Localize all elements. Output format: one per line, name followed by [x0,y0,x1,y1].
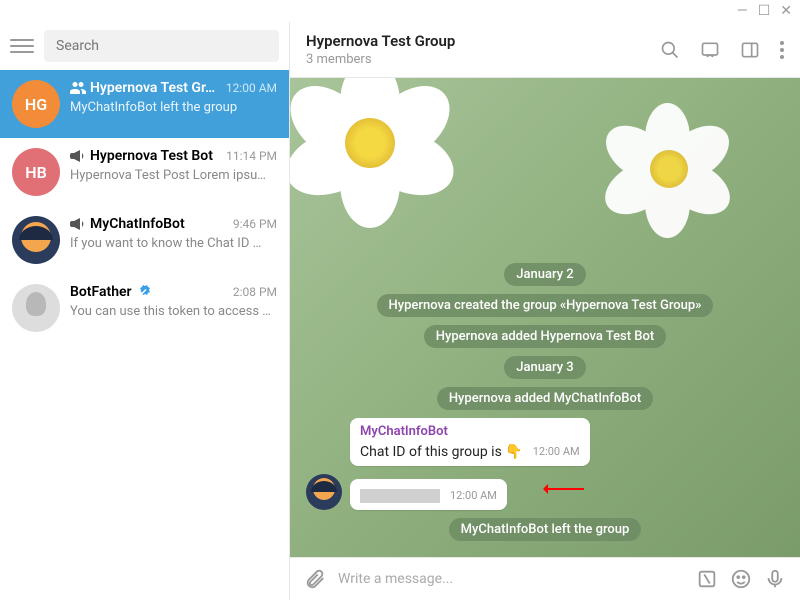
comments-icon[interactable] [700,40,720,60]
date-separator: January 3 [504,356,585,379]
annotation-arrow [544,488,584,490]
service-message: Hypernova created the group «Hypernova T… [377,294,714,317]
message-row: 12:00 AM [306,474,784,510]
commands-icon[interactable] [696,568,718,590]
chat-content: Hypernova Test Group 3 members [290,22,800,600]
date-separator: January 2 [504,263,585,286]
message-bubble[interactable]: 12:00 AM [350,479,507,510]
service-message: Hypernova added Hypernova Test Bot [424,325,666,348]
verified-icon [136,285,150,299]
chat-name: BotFather [70,284,132,300]
chat-header: Hypernova Test Group 3 members [290,22,800,78]
chat-time: 2:08 PM [233,285,277,299]
message-avatar[interactable] [306,474,342,510]
channel-icon [70,150,86,162]
chat-item-botfather[interactable]: BotFather 2:08 PM You can use this token… [0,274,289,342]
window-titlebar: — ☐ ✕ [0,0,800,22]
chat-preview: If you want to know the Chat ID … [70,236,277,251]
redacted-text [360,489,440,503]
message-time: 12:00 AM [450,489,497,502]
menu-icon[interactable] [10,34,34,58]
chat-item-mychatinfobot[interactable]: MyChatInfoBot 9:46 PM If you want to kno… [0,206,289,274]
service-message: MyChatInfoBot left the group [449,518,642,541]
chat-header-info[interactable]: Hypernova Test Group 3 members [306,32,455,67]
sidebar: HG Hypernova Test Gr… 12:00 AM MyChatInf… [0,22,290,600]
more-icon[interactable] [780,41,784,59]
message-area: January 2 Hypernova created the group «H… [290,78,800,557]
chat-time: 11:14 PM [226,149,277,163]
attach-icon[interactable] [304,568,326,590]
channel-icon [70,218,86,230]
chat-time: 9:46 PM [233,217,277,231]
search-input[interactable] [44,30,279,62]
chat-name: Hypernova Test Gr… [90,80,215,96]
message-text: Chat ID of this group is 👇 [360,444,523,460]
sidepanel-icon[interactable] [740,40,760,60]
message-time: 12:00 AM [533,445,580,458]
close-icon[interactable]: ✕ [780,3,792,19]
message-bubble[interactable]: MyChatInfoBot Chat ID of this group is 👇… [350,418,590,466]
chat-preview: Hypernova Test Post Lorem ipsu… [70,168,277,183]
message-composer [290,557,800,600]
avatar: HB [12,148,60,196]
chat-preview: MyChatInfoBot left the group [70,100,277,115]
avatar: HG [12,80,60,128]
chat-item-hypernova-group[interactable]: HG Hypernova Test Gr… 12:00 AM MyChatInf… [0,70,289,138]
maximize-icon[interactable]: ☐ [758,3,771,19]
emoji-icon[interactable] [730,568,752,590]
message-row: MyChatInfoBot Chat ID of this group is 👇… [306,418,784,466]
chat-item-hypernova-bot[interactable]: HB Hypernova Test Bot 11:14 PM Hypernova… [0,138,289,206]
chat-title: Hypernova Test Group [306,32,455,50]
voice-icon[interactable] [764,568,786,590]
message-sender: MyChatInfoBot [360,424,580,439]
chat-list: HG Hypernova Test Gr… 12:00 AM MyChatInf… [0,70,289,600]
minimize-icon[interactable]: — [737,3,748,19]
chat-time: 12:00 AM [226,81,277,95]
chat-name: MyChatInfoBot [90,216,185,232]
service-message: Hypernova added MyChatInfoBot [437,387,653,410]
avatar [12,284,60,332]
group-icon [70,82,86,94]
search-icon[interactable] [660,40,680,60]
chat-name: Hypernova Test Bot [90,148,213,164]
avatar [12,216,60,264]
chat-preview: You can use this token to access … [70,304,277,319]
chat-subtitle: 3 members [306,52,455,67]
message-input[interactable] [338,571,684,587]
